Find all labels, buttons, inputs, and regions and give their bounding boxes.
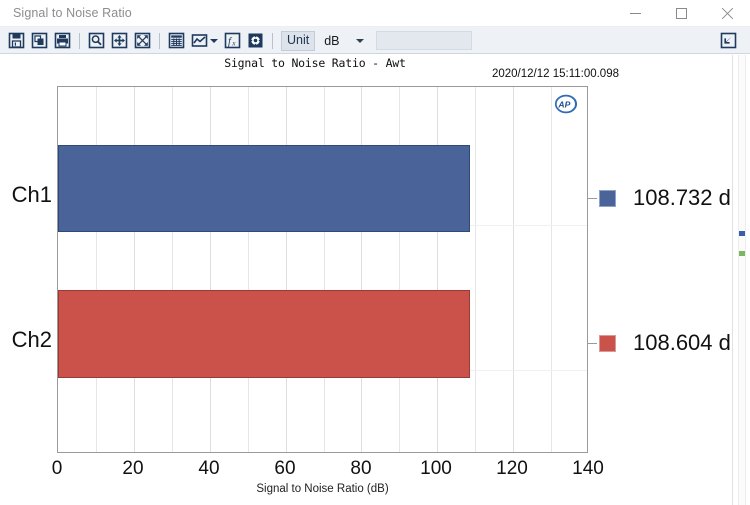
- legend-tick-2: [588, 342, 597, 344]
- window-titlebar: Signal to Noise Ratio: [0, 0, 750, 27]
- gridline-10: [95, 87, 97, 452]
- restore-down-button[interactable]: [718, 30, 739, 51]
- toolbar: f x Unit dB: [0, 27, 750, 54]
- legend-tick-1: [588, 197, 597, 199]
- x-tick-60: 60: [274, 458, 296, 479]
- unit-select-value[interactable]: dB: [324, 34, 339, 48]
- gridline-50: [247, 87, 249, 452]
- x-tick-40: 40: [198, 458, 220, 479]
- gridline-90: [399, 87, 401, 452]
- right-edge-panel: [732, 55, 750, 505]
- graph-icon[interactable]: [189, 30, 210, 51]
- legend-item-ch1[interactable]: 108.732 dB: [588, 185, 746, 211]
- gridline-70: [323, 87, 325, 452]
- x-tick-140: 140: [572, 458, 604, 479]
- legend-swatch-ch1: [599, 189, 616, 207]
- application-window: Signal to Noise Ratio f x Unit dB Signal…: [0, 0, 750, 505]
- graph-dropdown-caret-icon[interactable]: [210, 38, 218, 43]
- save-icon[interactable]: [6, 30, 27, 51]
- function-icon[interactable]: f x: [222, 30, 243, 51]
- copy-icon[interactable]: [29, 30, 50, 51]
- toolbar-separator-2: [159, 32, 160, 49]
- gridline-60: [285, 87, 287, 452]
- print-icon[interactable]: [52, 30, 73, 51]
- y-category-ch1: Ch1: [11, 182, 52, 207]
- gridline-110: [475, 87, 477, 452]
- x-tick-120: 120: [496, 458, 528, 479]
- minimize-button[interactable]: [612, 0, 658, 27]
- chart-timestamp: 2020/12/12 15:11:00.098: [491, 68, 619, 80]
- gridline-120: [513, 87, 515, 452]
- chevron-down-icon[interactable]: [355, 38, 364, 43]
- edge-marker-1: [739, 231, 745, 236]
- legend-value-ch1: 108.732 dB: [633, 185, 746, 210]
- plot-area[interactable]: AP: [57, 86, 588, 453]
- gridline-30: [171, 87, 173, 452]
- zoom-icon[interactable]: [86, 30, 107, 51]
- x-tick-0: 0: [51, 458, 63, 479]
- maximize-icon: [675, 8, 687, 19]
- gridline-130: [551, 87, 553, 452]
- window-title: Signal to Noise Ratio: [13, 6, 132, 20]
- table-icon[interactable]: [166, 30, 187, 51]
- svg-text:x: x: [231, 38, 236, 47]
- fit-icon[interactable]: [132, 30, 153, 51]
- bar-ch1[interactable]: [58, 145, 471, 232]
- toolbar-separator-1: [79, 32, 80, 49]
- svg-text:AP: AP: [557, 100, 570, 110]
- x-tick-20: 20: [122, 458, 144, 479]
- ap-brand-logo-icon: AP: [553, 93, 579, 117]
- gridline-80: [361, 87, 363, 452]
- minimize-icon: [629, 13, 641, 14]
- legend-item-ch2[interactable]: 108.604 dB: [588, 330, 746, 356]
- unit-extra-field[interactable]: [375, 31, 472, 50]
- chart-container: Signal to Noise Ratio - Awt 2020/12/12 1…: [0, 55, 750, 505]
- x-tick-80: 80: [350, 458, 372, 479]
- maximize-button[interactable]: [658, 0, 704, 27]
- bar-ch2[interactable]: [58, 290, 470, 378]
- legend-value-ch2: 108.604 dB: [633, 330, 746, 355]
- unit-label: Unit: [281, 30, 316, 51]
- gridline-40: [209, 87, 211, 452]
- y-category-ch2: Ch2: [11, 327, 52, 352]
- close-button[interactable]: [704, 0, 750, 27]
- x-axis-title: Signal to Noise Ratio (dB): [256, 483, 389, 495]
- edge-marker-2: [739, 251, 745, 256]
- toolbar-separator-3: [272, 32, 273, 49]
- pan-icon[interactable]: [109, 30, 130, 51]
- x-tick-100: 100: [420, 458, 452, 479]
- close-icon: [721, 8, 733, 20]
- gridline-20: [133, 87, 135, 452]
- legend-swatch-ch2: [599, 334, 616, 352]
- settings-icon[interactable]: [245, 30, 266, 51]
- gridline-100: [437, 87, 439, 452]
- vertical-scrollbar[interactable]: [738, 55, 746, 505]
